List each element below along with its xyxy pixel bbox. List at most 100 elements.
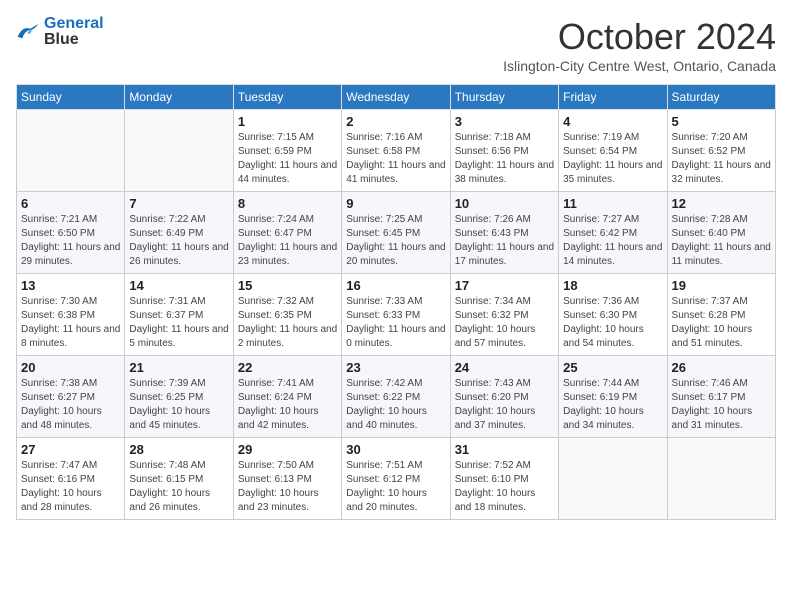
day-number: 27 — [21, 442, 120, 457]
page-header: General Blue October 2024 Islington-City… — [16, 16, 776, 74]
day-detail: Sunrise: 7:38 AM Sunset: 6:27 PM Dayligh… — [21, 377, 120, 433]
weekday-header: Thursday — [450, 85, 558, 110]
day-detail: Sunrise: 7:46 AM Sunset: 6:17 PM Dayligh… — [672, 377, 771, 433]
logo: General Blue — [16, 16, 104, 48]
day-number: 31 — [455, 442, 554, 457]
weekday-header: Tuesday — [233, 85, 341, 110]
calendar-cell — [17, 110, 125, 192]
day-detail: Sunrise: 7:48 AM Sunset: 6:15 PM Dayligh… — [129, 459, 228, 515]
calendar-cell: 8Sunrise: 7:24 AM Sunset: 6:47 PM Daylig… — [233, 192, 341, 274]
calendar-cell: 13 Sunrise: 7:30 AM Sunset: 6:38 PM Dayli… — [17, 274, 125, 356]
day-number: 8 — [238, 196, 337, 211]
day-number: 9 — [346, 196, 445, 211]
calendar-week-row: 27 Sunrise: 7:47 AM Sunset: 6:16 PM Dayli… — [17, 438, 776, 520]
calendar-cell: 19 Sunrise: 7:37 AM Sunset: 6:28 PM Dayli… — [667, 274, 775, 356]
calendar-cell: 1 Sunrise: 7:15 AM Sunset: 6:59 PM Daylig… — [233, 110, 341, 192]
calendar-cell: 2 Sunrise: 7:16 AM Sunset: 6:58 PM Daylig… — [342, 110, 450, 192]
weekday-header: Wednesday — [342, 85, 450, 110]
day-detail: Sunrise: 7:22 AM Sunset: 6:49 PM Dayligh… — [129, 213, 228, 269]
day-number: 28 — [129, 442, 228, 457]
calendar-cell: 26 Sunrise: 7:46 AM Sunset: 6:17 PM Dayli… — [667, 356, 775, 438]
day-detail: Sunrise: 7:15 AM Sunset: 6:59 PM Dayligh… — [238, 131, 337, 187]
day-number: 23 — [346, 360, 445, 375]
day-number: 25 — [563, 360, 662, 375]
day-detail: Sunrise: 7:25 AM Sunset: 6:45 PM Dayligh… — [346, 213, 445, 269]
day-detail: Sunrise: 7:16 AM Sunset: 6:58 PM Dayligh… — [346, 131, 445, 187]
calendar-cell: 28 Sunrise: 7:48 AM Sunset: 6:15 PM Dayli… — [125, 438, 233, 520]
day-detail: Sunrise: 7:36 AM Sunset: 6:30 PM Dayligh… — [563, 295, 662, 351]
day-detail: Sunrise: 7:41 AM Sunset: 6:24 PM Dayligh… — [238, 377, 337, 433]
calendar-cell: 29Sunrise: 7:50 AM Sunset: 6:13 PM Dayli… — [233, 438, 341, 520]
calendar-week-row: 20 Sunrise: 7:38 AM Sunset: 6:27 PM Dayli… — [17, 356, 776, 438]
day-number: 7 — [129, 196, 228, 211]
calendar-cell: 12 Sunrise: 7:28 AM Sunset: 6:40 PM Dayli… — [667, 192, 775, 274]
calendar-cell: 27 Sunrise: 7:47 AM Sunset: 6:16 PM Dayli… — [17, 438, 125, 520]
calendar-cell: 20 Sunrise: 7:38 AM Sunset: 6:27 PM Dayli… — [17, 356, 125, 438]
day-number: 12 — [672, 196, 771, 211]
day-number: 17 — [455, 278, 554, 293]
calendar-cell: 17 Sunrise: 7:34 AM Sunset: 6:32 PM Dayli… — [450, 274, 558, 356]
day-number: 10 — [455, 196, 554, 211]
day-number: 6 — [21, 196, 120, 211]
calendar-cell — [125, 110, 233, 192]
weekday-header: Friday — [559, 85, 667, 110]
calendar-cell: 30 Sunrise: 7:51 AM Sunset: 6:12 PM Dayli… — [342, 438, 450, 520]
day-number: 19 — [672, 278, 771, 293]
day-detail: Sunrise: 7:33 AM Sunset: 6:33 PM Dayligh… — [346, 295, 445, 351]
day-detail: Sunrise: 7:52 AM Sunset: 6:10 PM Dayligh… — [455, 459, 554, 515]
day-number: 16 — [346, 278, 445, 293]
day-number: 22 — [238, 360, 337, 375]
day-number: 21 — [129, 360, 228, 375]
calendar-cell: 4 Sunrise: 7:19 AM Sunset: 6:54 PM Daylig… — [559, 110, 667, 192]
day-number: 5 — [672, 114, 771, 129]
title-block: October 2024 Islington-City Centre West,… — [503, 16, 776, 74]
day-number: 18 — [563, 278, 662, 293]
calendar-cell — [667, 438, 775, 520]
day-number: 20 — [21, 360, 120, 375]
weekday-header: Saturday — [667, 85, 775, 110]
location-subtitle: Islington-City Centre West, Ontario, Can… — [503, 58, 776, 74]
calendar-cell: 24Sunrise: 7:43 AM Sunset: 6:20 PM Dayli… — [450, 356, 558, 438]
logo-text: General Blue — [44, 16, 104, 48]
day-detail: Sunrise: 7:34 AM Sunset: 6:32 PM Dayligh… — [455, 295, 554, 351]
day-detail: Sunrise: 7:47 AM Sunset: 6:16 PM Dayligh… — [21, 459, 120, 515]
calendar-cell: 7 Sunrise: 7:22 AM Sunset: 6:49 PM Daylig… — [125, 192, 233, 274]
day-detail: Sunrise: 7:43 AM Sunset: 6:20 PM Dayligh… — [455, 377, 554, 433]
weekday-header: Monday — [125, 85, 233, 110]
day-number: 30 — [346, 442, 445, 457]
calendar-week-row: 6 Sunrise: 7:21 AM Sunset: 6:50 PM Daylig… — [17, 192, 776, 274]
day-number: 2 — [346, 114, 445, 129]
calendar-cell: 22 Sunrise: 7:41 AM Sunset: 6:24 PM Dayli… — [233, 356, 341, 438]
day-number: 14 — [129, 278, 228, 293]
day-detail: Sunrise: 7:37 AM Sunset: 6:28 PM Dayligh… — [672, 295, 771, 351]
calendar-cell: 10Sunrise: 7:26 AM Sunset: 6:43 PM Dayli… — [450, 192, 558, 274]
day-detail: Sunrise: 7:50 AM Sunset: 6:13 PM Dayligh… — [238, 459, 337, 515]
day-number: 13 — [21, 278, 120, 293]
day-detail: Sunrise: 7:51 AM Sunset: 6:12 PM Dayligh… — [346, 459, 445, 515]
day-detail: Sunrise: 7:19 AM Sunset: 6:54 PM Dayligh… — [563, 131, 662, 187]
logo-icon — [16, 22, 40, 42]
calendar-cell: 14Sunrise: 7:31 AM Sunset: 6:37 PM Dayli… — [125, 274, 233, 356]
day-detail: Sunrise: 7:28 AM Sunset: 6:40 PM Dayligh… — [672, 213, 771, 269]
day-detail: Sunrise: 7:32 AM Sunset: 6:35 PM Dayligh… — [238, 295, 337, 351]
day-detail: Sunrise: 7:30 AM Sunset: 6:38 PM Dayligh… — [21, 295, 120, 351]
calendar-week-row: 1 Sunrise: 7:15 AM Sunset: 6:59 PM Daylig… — [17, 110, 776, 192]
day-detail: Sunrise: 7:21 AM Sunset: 6:50 PM Dayligh… — [21, 213, 120, 269]
calendar-cell — [559, 438, 667, 520]
calendar-cell: 31 Sunrise: 7:52 AM Sunset: 6:10 PM Dayli… — [450, 438, 558, 520]
calendar-table: SundayMondayTuesdayWednesdayThursdayFrid… — [16, 84, 776, 520]
day-number: 1 — [238, 114, 337, 129]
calendar-cell: 23Sunrise: 7:42 AM Sunset: 6:22 PM Dayli… — [342, 356, 450, 438]
month-title: October 2024 — [503, 16, 776, 58]
weekday-header-row: SundayMondayTuesdayWednesdayThursdayFrid… — [17, 85, 776, 110]
day-detail: Sunrise: 7:39 AM Sunset: 6:25 PM Dayligh… — [129, 377, 228, 433]
day-detail: Sunrise: 7:27 AM Sunset: 6:42 PM Dayligh… — [563, 213, 662, 269]
day-detail: Sunrise: 7:20 AM Sunset: 6:52 PM Dayligh… — [672, 131, 771, 187]
day-number: 26 — [672, 360, 771, 375]
calendar-cell: 25Sunrise: 7:44 AM Sunset: 6:19 PM Dayli… — [559, 356, 667, 438]
calendar-week-row: 13 Sunrise: 7:30 AM Sunset: 6:38 PM Dayli… — [17, 274, 776, 356]
calendar-cell: 3Sunrise: 7:18 AM Sunset: 6:56 PM Daylig… — [450, 110, 558, 192]
day-number: 4 — [563, 114, 662, 129]
calendar-cell: 5 Sunrise: 7:20 AM Sunset: 6:52 PM Daylig… — [667, 110, 775, 192]
calendar-cell: 15Sunrise: 7:32 AM Sunset: 6:35 PM Dayli… — [233, 274, 341, 356]
